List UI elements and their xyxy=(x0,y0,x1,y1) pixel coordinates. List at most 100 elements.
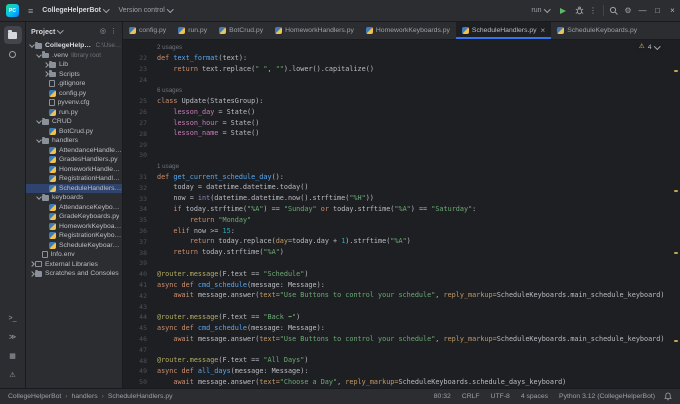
breadcrumb-item[interactable]: handlers xyxy=(72,393,98,400)
tree-item-ScheduleKeyboards.py[interactable]: ScheduleKeyboards.py xyxy=(26,241,122,251)
line-number[interactable]: 46 xyxy=(123,335,147,343)
tree-item-GradesHandlers.py[interactable]: GradesHandlers.py xyxy=(26,155,122,165)
usages-hint[interactable]: 2 usages xyxy=(157,44,182,51)
main-menu-icon[interactable]: ≡ xyxy=(24,6,37,16)
terminal-icon[interactable]: >_ xyxy=(4,309,22,327)
tree-item-RegistrationKeyboards.py[interactable]: RegistrationKeyboards.py xyxy=(26,231,122,241)
code-line[interactable]: @router.message(F.text == "Back ⬅") xyxy=(157,312,300,323)
code-line[interactable]: lesson_day = State() xyxy=(157,107,255,118)
line-number[interactable]: 42 xyxy=(123,292,147,300)
usages-hint[interactable]: 1 usage xyxy=(157,163,179,170)
tree-item-HomeworkHandlers.py[interactable]: HomeworkHandlers.py xyxy=(26,165,122,175)
chevron-down-icon[interactable] xyxy=(35,51,42,58)
line-number[interactable]: 36 xyxy=(123,227,147,235)
minimize-button[interactable]: — xyxy=(635,0,650,22)
run-config-widget[interactable]: run xyxy=(526,0,554,22)
usages-hint[interactable]: 6 usages xyxy=(157,87,182,94)
code-line[interactable]: def get_current_schedule_day(): xyxy=(157,172,284,183)
chevron-right-icon[interactable] xyxy=(28,270,35,277)
line-number[interactable]: 33 xyxy=(123,195,147,203)
line-number[interactable]: 22 xyxy=(123,54,147,62)
settings-gear-icon[interactable]: ⚙ xyxy=(621,0,635,22)
project-widget[interactable]: CollegeHelperBot xyxy=(37,0,113,22)
vcs-widget[interactable]: Version control xyxy=(114,0,178,22)
code-line[interactable]: @router.message(F.text == "Schedule") xyxy=(157,269,308,280)
tree-item-handlers[interactable]: handlers xyxy=(26,136,122,146)
close-button[interactable]: × xyxy=(665,0,680,22)
breadcrumb-item[interactable]: ScheduleHandlers.py xyxy=(108,393,173,400)
line-number[interactable]: 31 xyxy=(123,173,147,181)
tree-item-Scratches and Consoles[interactable]: Scratches and Consoles xyxy=(26,269,122,279)
tree-item-AttendanceKeyboards.py[interactable]: AttendanceKeyboards.py xyxy=(26,203,122,213)
tree-item-RegistrationHandlers.py[interactable]: RegistrationHandlers.py xyxy=(26,174,122,184)
code-line[interactable]: today = datetime.datetime.today() xyxy=(157,182,308,193)
line-number[interactable]: 43 xyxy=(123,303,147,311)
tree-item-GradeKeyboards.py[interactable]: GradeKeyboards.py xyxy=(26,212,122,222)
problems-icon[interactable]: ⚠ xyxy=(4,366,22,384)
chevron-down-icon[interactable] xyxy=(35,194,42,201)
line-number[interactable]: 23 xyxy=(123,65,147,73)
code-line[interactable]: if today.strftime("%A") == "Sunday" or t… xyxy=(157,204,476,215)
breadcrumb-item[interactable]: CollegeHelperBot xyxy=(8,393,61,400)
line-number[interactable]: 49 xyxy=(123,367,147,375)
code-line[interactable]: lesson_name = State() xyxy=(157,128,259,139)
tree-item-Info.env[interactable]: Info.env xyxy=(26,250,122,260)
tree-item-Lib[interactable]: Lib xyxy=(26,60,122,70)
caret-position[interactable]: 80:32 xyxy=(434,393,451,400)
line-number[interactable]: 35 xyxy=(123,216,147,224)
code-line[interactable]: now = int(datetime.datetime.now().strfti… xyxy=(157,193,374,204)
code-line[interactable]: lesson_hour = State() xyxy=(157,118,259,129)
line-number[interactable]: 27 xyxy=(123,119,147,127)
locate-file-icon[interactable]: ◎ xyxy=(100,27,106,35)
tree-item-Scripts[interactable]: Scripts xyxy=(26,70,122,80)
inspections-widget[interactable]: ⚠ 4 xyxy=(633,43,664,52)
commit-icon[interactable] xyxy=(4,45,22,63)
tab-ScheduleKeyboards.py[interactable]: ScheduleKeyboards.py xyxy=(551,22,643,39)
chevron-down-icon[interactable] xyxy=(35,118,42,125)
pycharm-logo-icon[interactable]: PC xyxy=(6,4,19,17)
tree-item-ScheduleHandlers.py[interactable]: ScheduleHandlers.py xyxy=(26,183,122,193)
tab-HomeworkHandlers.py[interactable]: HomeworkHandlers.py xyxy=(269,22,360,39)
tree-item-External Libraries[interactable]: External Libraries xyxy=(26,260,122,270)
line-number[interactable]: 32 xyxy=(123,184,147,192)
line-number[interactable]: 39 xyxy=(123,259,147,267)
line-number[interactable]: 50 xyxy=(123,378,147,386)
line-number[interactable]: 28 xyxy=(123,130,147,138)
code-line[interactable]: async def cmd_schedule(message: Message)… xyxy=(157,280,325,291)
tree-item-HomeworkKeyboards.py[interactable]: HomeworkKeyboards.py xyxy=(26,222,122,232)
chevron-right-icon[interactable] xyxy=(42,61,49,68)
code-line[interactable]: await message.answer(text="Choose a Day"… xyxy=(157,377,566,388)
line-number[interactable]: 44 xyxy=(123,313,147,321)
code-line[interactable]: await message.answer(text="Use Buttons t… xyxy=(157,334,664,345)
search-icon[interactable] xyxy=(607,0,621,22)
tree-item-config.py[interactable]: config.py xyxy=(26,89,122,99)
line-number[interactable]: 26 xyxy=(123,108,147,116)
encoding[interactable]: UTF-8 xyxy=(491,393,510,400)
tab-close-icon[interactable]: × xyxy=(541,26,546,35)
tree-item-keyboards[interactable]: keyboards xyxy=(26,193,122,203)
line-number[interactable]: 24 xyxy=(123,76,147,84)
code-line[interactable]: return "Monday" xyxy=(157,215,251,226)
line-number[interactable]: 38 xyxy=(123,249,147,257)
line-number[interactable]: 30 xyxy=(123,151,147,159)
line-number[interactable]: 34 xyxy=(123,205,147,213)
line-number[interactable]: 40 xyxy=(123,270,147,278)
tree-item-AttendanceHandlers.py[interactable]: AttendanceHandlers.py xyxy=(26,146,122,156)
more-actions-icon[interactable]: ⋮ xyxy=(586,0,600,22)
code-line[interactable]: @router.message(F.text == "All Days") xyxy=(157,355,308,366)
interpreter[interactable]: Python 3.12 (CollegeHelperBot) xyxy=(559,393,655,400)
notifications-bell-icon[interactable] xyxy=(664,389,672,404)
indent[interactable]: 4 spaces xyxy=(521,393,548,400)
panel-options-icon[interactable]: ⋮ xyxy=(110,27,117,35)
python-console-icon[interactable]: ≫ xyxy=(4,328,22,346)
line-number[interactable]: 47 xyxy=(123,346,147,354)
tab-config.py[interactable]: config.py xyxy=(123,22,172,39)
code-line[interactable]: return text.replace(" ", "").lower().cap… xyxy=(157,64,374,75)
line-number[interactable]: 48 xyxy=(123,357,147,365)
chevron-down-icon[interactable] xyxy=(35,137,42,144)
code-line[interactable]: elif now >= 15: xyxy=(157,226,234,237)
line-number[interactable]: 25 xyxy=(123,97,147,105)
editor-code[interactable]: ⚠ 4 2 usages 22 def text_format(text): 23 r… xyxy=(123,40,680,388)
tab-HomeworkKeyboards.py[interactable]: HomeworkKeyboards.py xyxy=(360,22,456,39)
code-line[interactable]: def text_format(text): xyxy=(157,53,247,64)
